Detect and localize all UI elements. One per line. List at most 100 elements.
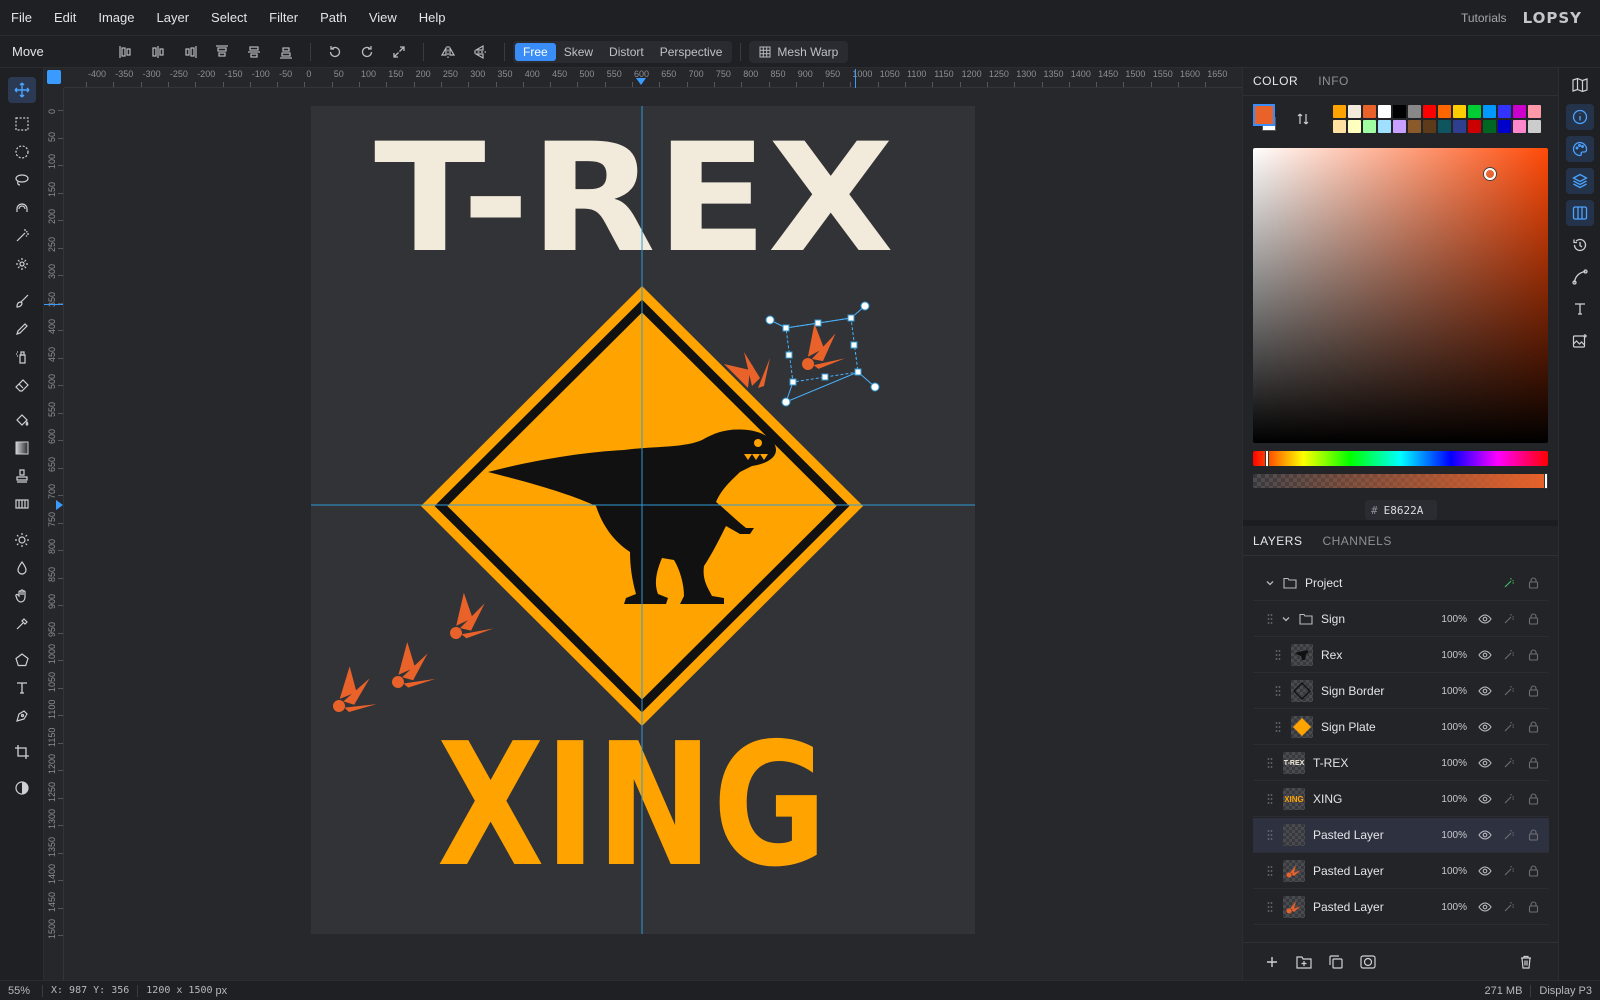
- alpha-slider[interactable]: [1253, 473, 1548, 489]
- menu-path[interactable]: Path: [309, 10, 358, 25]
- tab-channels[interactable]: CHANNELS: [1312, 534, 1401, 555]
- saturation-value-picker[interactable]: [1253, 148, 1548, 443]
- contrast-toggle[interactable]: [8, 775, 36, 801]
- hex-value[interactable]: E8622A: [1384, 504, 1424, 517]
- eye-icon[interactable]: [1473, 753, 1497, 773]
- mode-perspective[interactable]: Perspective: [652, 43, 731, 61]
- effects-icon[interactable]: [1497, 825, 1521, 845]
- crop-tool[interactable]: [8, 739, 36, 765]
- color-swatch[interactable]: [1423, 120, 1436, 133]
- color-swatch[interactable]: [1363, 105, 1376, 118]
- align-bottom-icon[interactable]: [270, 40, 302, 64]
- layer-opacity[interactable]: 100%: [1433, 650, 1467, 661]
- layer-row[interactable]: Pasted Layer 100%: [1253, 854, 1549, 889]
- lock-icon[interactable]: [1521, 825, 1545, 845]
- layer-row[interactable]: Sign 100%: [1253, 602, 1549, 637]
- effects-icon[interactable]: [1497, 645, 1521, 665]
- menu-help[interactable]: Help: [408, 10, 457, 25]
- layer-name[interactable]: Sign: [1321, 612, 1433, 626]
- layer-opacity[interactable]: 100%: [1433, 686, 1467, 697]
- eye-icon[interactable]: [1473, 609, 1497, 629]
- guide-marker-top[interactable]: [636, 78, 646, 85]
- eye-icon[interactable]: [1473, 681, 1497, 701]
- magnetic-lasso-tool[interactable]: [8, 195, 36, 221]
- pattern-tool[interactable]: [8, 491, 36, 517]
- hue-slider[interactable]: [1253, 450, 1548, 467]
- layer-row[interactable]: T-REX T-REX 100%: [1253, 746, 1549, 781]
- effects-icon[interactable]: [1497, 861, 1521, 881]
- layer-name[interactable]: T-REX: [1313, 756, 1433, 770]
- add-layer-button[interactable]: [1259, 949, 1285, 975]
- layer-row[interactable]: Sign Plate 100%: [1253, 710, 1549, 745]
- color-swatch[interactable]: [1393, 105, 1406, 118]
- tab-color[interactable]: COLOR: [1243, 74, 1308, 95]
- dodge-tool[interactable]: [8, 527, 36, 553]
- color-swatch[interactable]: [1498, 120, 1511, 133]
- xing-text[interactable]: XING: [437, 707, 827, 905]
- gradient-tool[interactable]: [8, 435, 36, 461]
- mode-skew[interactable]: Skew: [556, 43, 601, 61]
- chevron-down-icon[interactable]: [1281, 614, 1291, 624]
- text-tool[interactable]: [8, 675, 36, 701]
- eye-icon[interactable]: [1473, 789, 1497, 809]
- color-swatch[interactable]: [1453, 120, 1466, 133]
- color-swatch[interactable]: [1438, 120, 1451, 133]
- color-swatch[interactable]: [1438, 105, 1451, 118]
- effects-icon[interactable]: [1497, 753, 1521, 773]
- history-panel-button[interactable]: [1566, 232, 1594, 258]
- color-swatch[interactable]: [1498, 105, 1511, 118]
- color-swatch[interactable]: [1333, 105, 1346, 118]
- rotate-cw-icon[interactable]: [351, 40, 383, 64]
- layer-name[interactable]: Project: [1305, 576, 1497, 590]
- move-tool[interactable]: [8, 77, 36, 103]
- character-panel-button[interactable]: [1566, 296, 1594, 322]
- brush-tool[interactable]: [8, 288, 36, 314]
- flip-vertical-icon[interactable]: [464, 40, 496, 64]
- add-group-button[interactable]: [1291, 949, 1317, 975]
- layer-opacity[interactable]: 100%: [1433, 614, 1467, 625]
- pen-tool[interactable]: [8, 703, 36, 729]
- canvas-viewport[interactable]: T-REX XING: [64, 88, 1242, 980]
- image-panel-button[interactable]: [1566, 328, 1594, 354]
- layer-name[interactable]: Pasted Layer: [1313, 828, 1433, 842]
- hue-slider-handle[interactable]: [1265, 450, 1269, 467]
- drag-handle-icon[interactable]: [1275, 649, 1281, 661]
- lock-icon[interactable]: [1521, 753, 1545, 773]
- eraser-tool[interactable]: [8, 372, 36, 398]
- color-swatch[interactable]: [1408, 105, 1421, 118]
- menu-edit[interactable]: Edit: [43, 10, 87, 25]
- horizontal-ruler[interactable]: -400 -350 -300 -250 -200 -150 -100 -50 0 50 100 150…: [64, 68, 1242, 88]
- eye-icon[interactable]: [1473, 717, 1497, 737]
- swap-colors-icon[interactable]: [1295, 111, 1311, 127]
- spray-tool[interactable]: [8, 344, 36, 370]
- drag-handle-icon[interactable]: [1267, 613, 1273, 625]
- lock-icon[interactable]: [1521, 681, 1545, 701]
- color-swatch[interactable]: [1528, 105, 1541, 118]
- align-top-icon[interactable]: [206, 40, 238, 64]
- zoom-level[interactable]: 55%: [0, 985, 42, 997]
- guide-toggle[interactable]: [47, 70, 61, 84]
- vertical-ruler[interactable]: 0 50 100 150 200 250 300 350 400 450 500 550 600 650 7…: [44, 88, 64, 980]
- color-swatch[interactable]: [1453, 105, 1466, 118]
- mode-free[interactable]: Free: [515, 42, 556, 61]
- drag-handle-icon[interactable]: [1267, 865, 1273, 877]
- claw-track-3[interactable]: [435, 586, 498, 649]
- drag-handle-icon[interactable]: [1267, 901, 1273, 913]
- effects-icon[interactable]: [1497, 897, 1521, 917]
- layer-name[interactable]: Sign Border: [1321, 684, 1433, 698]
- layer-row[interactable]: Rex 100%: [1253, 638, 1549, 673]
- paths-panel-button[interactable]: [1566, 264, 1594, 290]
- menu-file[interactable]: File: [0, 10, 43, 25]
- layer-row[interactable]: Pasted Layer 100%: [1253, 818, 1549, 853]
- lasso-tool[interactable]: [8, 167, 36, 193]
- drag-handle-icon[interactable]: [1267, 829, 1273, 841]
- color-swatch[interactable]: [1483, 105, 1496, 118]
- magic-wand-tool[interactable]: [8, 223, 36, 249]
- eye-icon[interactable]: [1473, 897, 1497, 917]
- foreground-color-swatch[interactable]: [1253, 104, 1275, 126]
- layer-row[interactable]: XING XING 100%: [1253, 782, 1549, 817]
- layer-opacity[interactable]: 100%: [1433, 794, 1467, 805]
- effects-icon[interactable]: [1497, 789, 1521, 809]
- chevron-down-icon[interactable]: [1265, 578, 1275, 588]
- color-swatch[interactable]: [1333, 120, 1346, 133]
